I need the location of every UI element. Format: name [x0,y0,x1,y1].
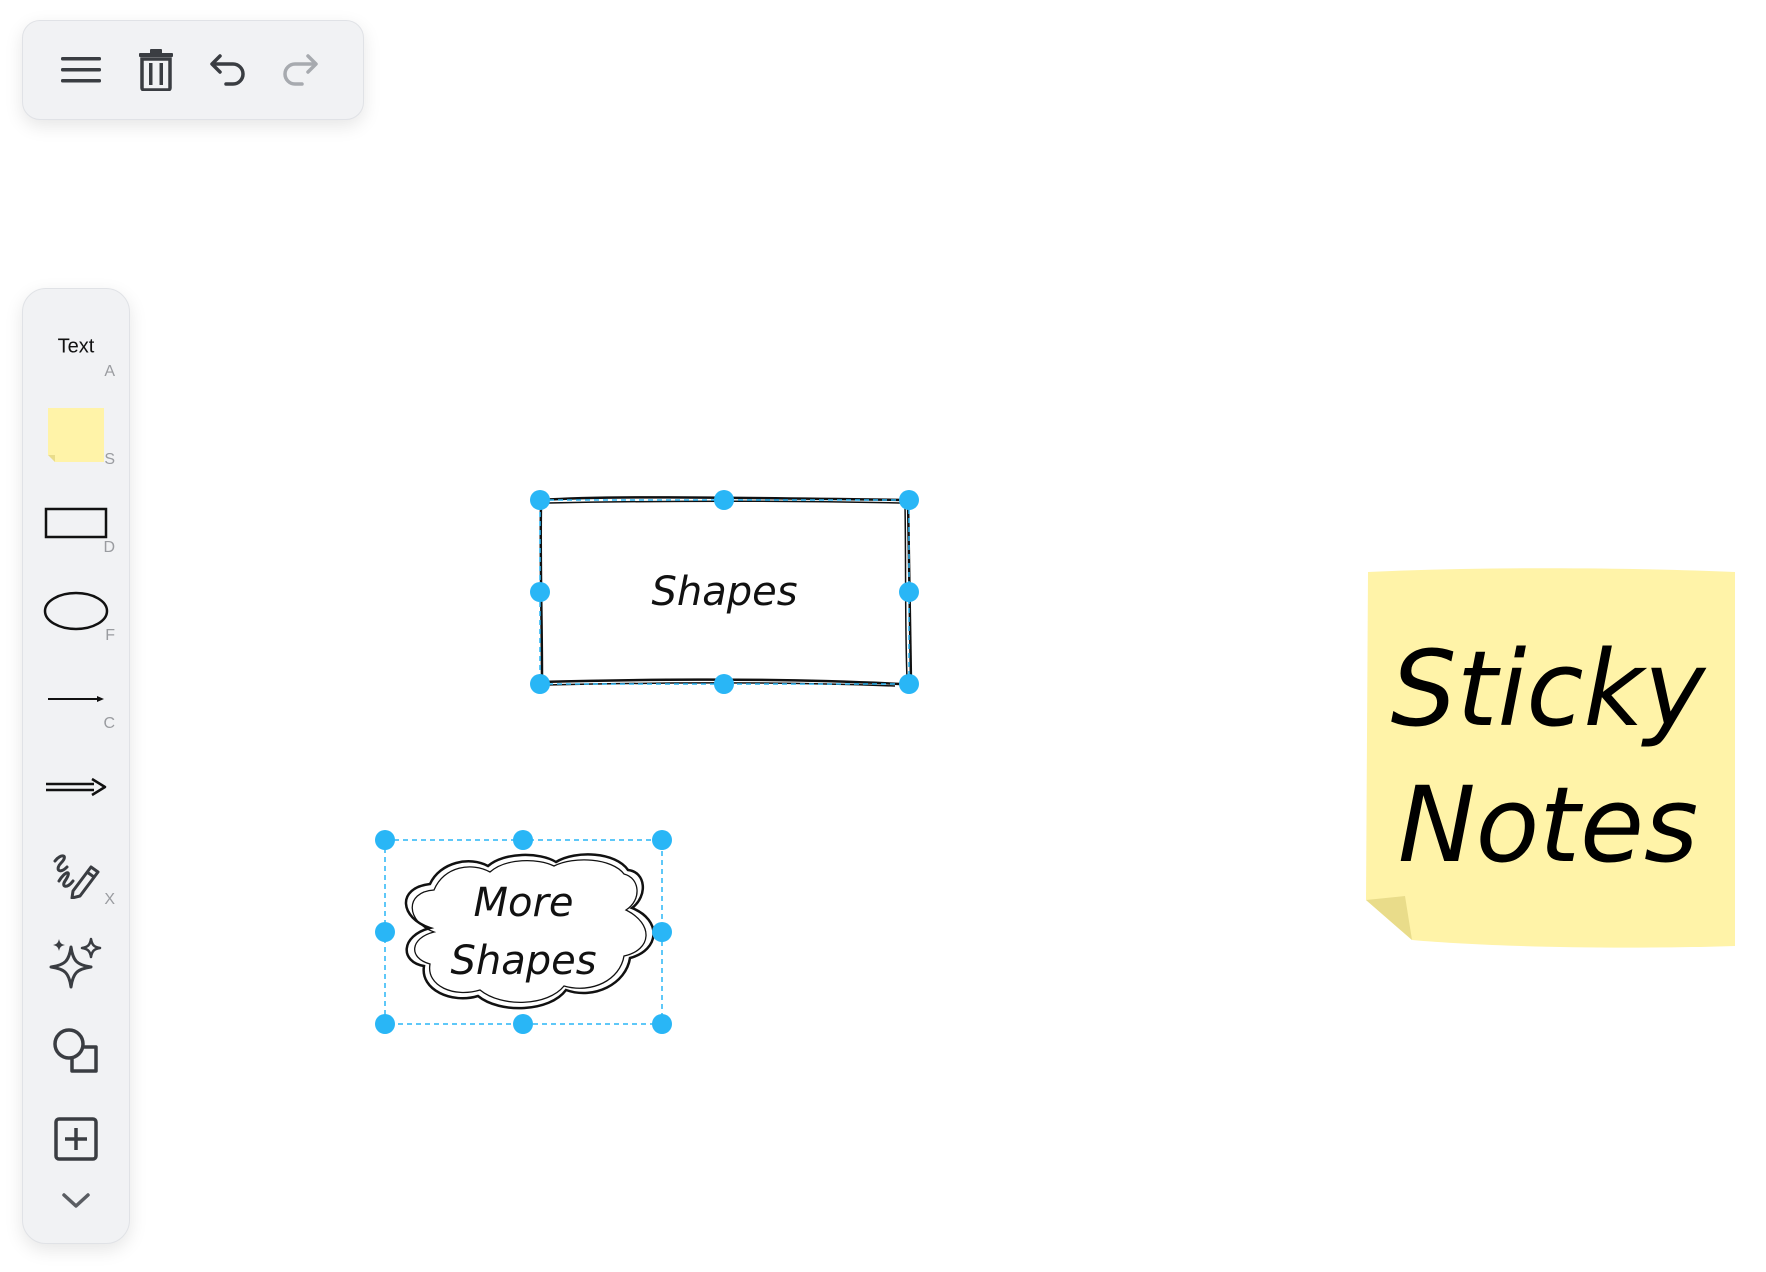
cloud-label-line2: Shapes [450,938,597,984]
sticky-note-line1: Sticky [1390,628,1706,750]
sticky-note[interactable]: Sticky Notes [1365,566,1731,950]
whiteboard-canvas[interactable]: Text A S D F C X Shapes More Shapes Stic… [0,0,1766,1272]
resize-handle-top-left[interactable] [530,490,550,510]
resize-handle-bottom-left[interactable] [375,1014,395,1034]
resize-handle-bottom-right[interactable] [652,1014,672,1034]
resize-handle-bottom-left[interactable] [530,674,550,694]
cloud-label-line1: More [473,880,574,926]
resize-handle-bottom[interactable] [714,674,734,694]
resize-handle-right[interactable] [652,922,672,942]
resize-handle-top[interactable] [714,490,734,510]
resize-handle-left[interactable] [375,922,395,942]
resize-handle-top-right[interactable] [652,830,672,850]
rectangle-label: Shapes [651,569,798,615]
resize-handle-right[interactable] [899,582,919,602]
resize-handle-top-right[interactable] [899,490,919,510]
resize-handle-left[interactable] [530,582,550,602]
resize-handle-bottom[interactable] [513,1014,533,1034]
sticky-note-text: Sticky Notes [1365,621,1731,893]
sticky-note-line2: Notes [1397,764,1699,886]
resize-handle-bottom-right[interactable] [899,674,919,694]
resize-handle-top[interactable] [513,830,533,850]
resize-handle-top-left[interactable] [375,830,395,850]
